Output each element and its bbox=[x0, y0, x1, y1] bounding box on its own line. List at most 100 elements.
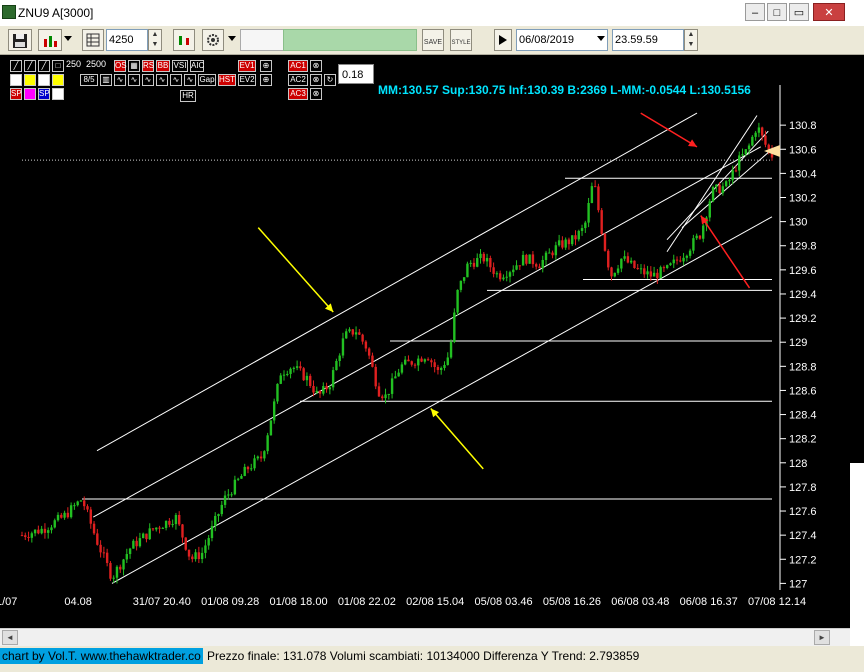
candle-body bbox=[688, 250, 692, 256]
bars-count-stepper[interactable]: ▲ ▼ bbox=[148, 29, 162, 51]
color-magenta-swatch[interactable] bbox=[24, 88, 36, 100]
scroll-right-button[interactable]: ► bbox=[814, 630, 830, 645]
ind-line-1[interactable]: ∿ bbox=[114, 74, 126, 86]
candle-body bbox=[204, 545, 207, 553]
candle-body bbox=[744, 149, 747, 155]
floppy-disk-icon bbox=[13, 34, 27, 48]
candle-body bbox=[400, 364, 404, 373]
ind-line-5[interactable]: ∿ bbox=[170, 74, 182, 86]
candle-body bbox=[253, 458, 256, 469]
candle-body bbox=[682, 257, 685, 262]
symbol-field[interactable] bbox=[240, 29, 284, 51]
ind-os[interactable]: OS bbox=[114, 60, 127, 72]
candle-body bbox=[322, 386, 325, 394]
candle-body bbox=[544, 252, 548, 261]
chart-area[interactable]: 127 127.2 127.4 127.6 127.8 128 128.2 128.4 128.… bbox=[0, 55, 864, 647]
credit-link[interactable]: chart by Vol.T. www.thehawktrader.co bbox=[0, 648, 203, 664]
play-button[interactable] bbox=[494, 29, 512, 51]
close-button[interactable]: ✕ bbox=[813, 3, 845, 21]
ind-line-4[interactable]: ∿ bbox=[156, 74, 168, 86]
save-button[interactable] bbox=[8, 29, 32, 51]
ind-toggle-3[interactable]: ⊕ bbox=[260, 74, 272, 86]
color-white-swatch[interactable] bbox=[10, 74, 22, 86]
ind-hst[interactable]: HST bbox=[218, 74, 236, 86]
settings-dropdown-icon[interactable] bbox=[228, 36, 236, 41]
ind-ev2[interactable]: EV2 bbox=[238, 74, 256, 86]
ind-toggle-1[interactable]: ⊕ bbox=[260, 60, 272, 72]
candle-body bbox=[331, 370, 335, 388]
chart-type-button[interactable] bbox=[38, 29, 62, 51]
ind-bb[interactable]: BB bbox=[156, 60, 170, 72]
date-picker[interactable]: 06/08/2019 bbox=[516, 29, 608, 51]
ind-hr[interactable]: HR bbox=[180, 90, 196, 102]
draw-channel-tool[interactable]: ╱ bbox=[24, 60, 36, 72]
ind-toggle-5[interactable]: ⊗ bbox=[310, 88, 322, 100]
ind-grid[interactable]: ▦ bbox=[128, 60, 140, 72]
candle-body bbox=[309, 375, 312, 386]
color-yellow-swatch[interactable] bbox=[24, 74, 36, 86]
maximize-button[interactable]: ▭ bbox=[789, 3, 809, 21]
ind-line-6[interactable]: ∿ bbox=[184, 74, 196, 86]
date-dropdown-icon[interactable] bbox=[597, 36, 605, 41]
time-input[interactable]: 23.59.59 bbox=[612, 29, 684, 51]
compare-button[interactable]: 8/5 bbox=[80, 74, 98, 86]
draw-fan-tool[interactable]: ╱ bbox=[38, 60, 50, 72]
candle-body bbox=[426, 359, 430, 361]
time-stepper[interactable]: ▲ ▼ bbox=[684, 29, 698, 51]
ind-ac3[interactable]: AC3 bbox=[288, 88, 308, 100]
color-white2-swatch[interactable] bbox=[38, 74, 50, 86]
bars-button[interactable]: ▥ bbox=[100, 74, 112, 86]
style-button[interactable]: STYLE bbox=[450, 29, 472, 51]
color-yellow2-swatch[interactable] bbox=[52, 74, 64, 86]
ind-aic[interactable]: AIC bbox=[190, 60, 204, 72]
candle-body bbox=[292, 367, 296, 369]
ind-line-3[interactable]: ∿ bbox=[142, 74, 154, 86]
grid-button[interactable] bbox=[82, 29, 104, 51]
ind-line-2[interactable]: ∿ bbox=[128, 74, 140, 86]
y-tick-label: 128.2 bbox=[789, 434, 817, 446]
grid-icon bbox=[86, 33, 100, 47]
scroll-left-button[interactable]: ◄ bbox=[2, 630, 18, 645]
ind-vsi[interactable]: VSI bbox=[172, 60, 188, 72]
candle-body bbox=[646, 271, 649, 275]
settings-button[interactable] bbox=[202, 29, 224, 51]
minimize-button[interactable]: – bbox=[745, 3, 765, 21]
ind-refresh[interactable]: ↻ bbox=[324, 74, 336, 86]
draw-rect-tool[interactable]: □ bbox=[52, 60, 64, 72]
ind-sp-2[interactable]: SP bbox=[38, 88, 50, 100]
save-style-button[interactable]: SAVE bbox=[422, 29, 444, 51]
ind-gap[interactable]: Gap bbox=[198, 74, 216, 86]
candle-body bbox=[757, 127, 761, 133]
candle-body bbox=[551, 252, 554, 256]
candle-body bbox=[246, 466, 250, 470]
indicator-button[interactable] bbox=[173, 29, 195, 51]
candle-body bbox=[613, 272, 616, 277]
ind-toggle-4[interactable]: ⊗ bbox=[310, 74, 322, 86]
restore-button[interactable]: □ bbox=[767, 3, 787, 21]
horizontal-scrollbar[interactable]: ◄ ► bbox=[0, 628, 850, 647]
price-chart[interactable]: 127 127.2 127.4 127.6 127.8 128 128.2 128.4 128.… bbox=[0, 55, 864, 647]
candle-body bbox=[233, 479, 237, 495]
bars-count-input[interactable]: 4250 bbox=[106, 29, 148, 51]
threshold-input[interactable]: 0.18 bbox=[338, 64, 374, 84]
ind-toggle-2[interactable]: ⊗ bbox=[310, 60, 322, 72]
ind-sp-1[interactable]: SP bbox=[10, 88, 22, 100]
candle-body bbox=[377, 386, 381, 397]
y-tick-label: 129.6 bbox=[789, 265, 817, 277]
chart-type-dropdown-icon[interactable] bbox=[64, 36, 72, 41]
gear-icon bbox=[207, 34, 219, 46]
draw-line-tool[interactable]: ╱ bbox=[10, 60, 22, 72]
candle-body bbox=[541, 260, 544, 269]
candle-body bbox=[374, 366, 377, 387]
color-white4-swatch[interactable] bbox=[52, 88, 64, 100]
candle-body bbox=[174, 514, 178, 525]
x-tick-label: 06/08 16.37 bbox=[680, 596, 738, 608]
ind-ac2[interactable]: AC2 bbox=[288, 74, 308, 86]
candle-body bbox=[459, 280, 463, 290]
candle-body bbox=[443, 364, 446, 368]
candle-body bbox=[662, 267, 666, 269]
ind-ac1[interactable]: AC1 bbox=[288, 60, 308, 72]
slow-ma-value: 2500 bbox=[86, 59, 107, 69]
ind-rs[interactable]: RS bbox=[142, 60, 154, 72]
ind-ev1[interactable]: EV1 bbox=[238, 60, 256, 72]
